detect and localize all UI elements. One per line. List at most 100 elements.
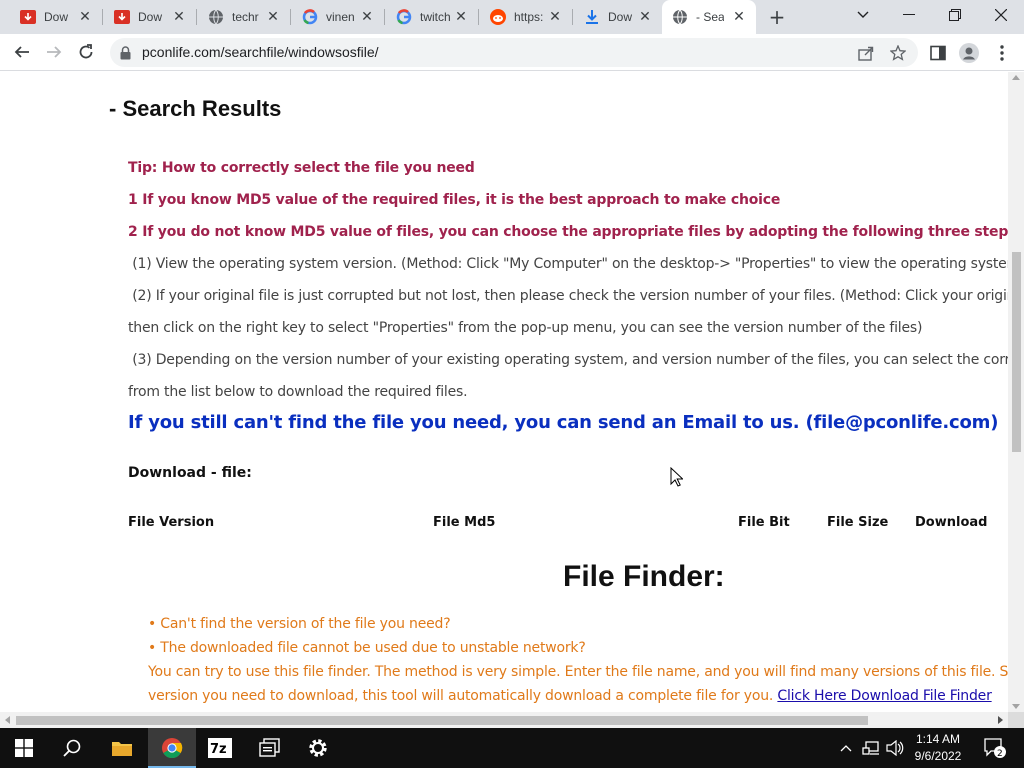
file-explorer-button[interactable] <box>98 728 146 768</box>
scroll-down-arrow-icon[interactable] <box>1012 704 1020 709</box>
tab-7-close-icon[interactable]: ✕ <box>638 10 652 24</box>
horizontal-scroll-thumb[interactable] <box>16 716 868 725</box>
tab-8-close-icon[interactable]: ✕ <box>732 10 746 24</box>
reload-icon <box>79 44 93 59</box>
tab-7[interactable]: Dow ✕ <box>574 0 662 34</box>
forward-button[interactable] <box>40 38 68 66</box>
restore-button[interactable] <box>932 0 978 30</box>
scroll-right-arrow-icon[interactable] <box>998 716 1003 724</box>
minimize-button[interactable] <box>886 0 932 30</box>
tab-search-button[interactable] <box>840 0 886 30</box>
action-center-button[interactable]: 2 <box>980 728 1010 768</box>
header-download: Download <box>915 515 988 530</box>
gear-icon <box>309 739 327 757</box>
show-hidden-icons-button[interactable] <box>836 728 856 768</box>
file-finder-bullet-2: • The downloaded file cannot be used due… <box>148 640 586 656</box>
search-icon <box>63 739 81 757</box>
forward-arrow-icon <box>47 46 62 58</box>
tab-8-active[interactable]: - Sea ✕ <box>662 0 756 34</box>
folder-icon <box>112 742 132 756</box>
7zip-icon: 7z <box>208 738 232 758</box>
header-file-size: File Size <box>827 515 889 530</box>
menu-kebab-icon[interactable] <box>990 41 1014 65</box>
windows-logo-icon <box>15 739 33 757</box>
tab-4[interactable]: vinen ✕ <box>292 0 384 34</box>
share-icon[interactable] <box>856 43 876 63</box>
windows-taskbar: 7z 1:14 AM 9/6/2022 2 <box>0 728 1024 768</box>
tab-1-title: Dow <box>44 10 69 24</box>
download-red-icon <box>20 9 36 25</box>
download-red-icon <box>114 9 130 25</box>
lock-icon[interactable] <box>120 45 131 64</box>
notification-icon: 2 <box>984 738 1006 759</box>
tab-4-title: vinen <box>326 10 355 24</box>
mouse-cursor-icon <box>670 466 684 491</box>
back-button[interactable] <box>8 38 36 66</box>
tip-step-3: (3) Depending on the version number of y… <box>128 352 1008 368</box>
globe-icon <box>208 9 224 25</box>
scroll-left-arrow-icon[interactable] <box>5 716 10 724</box>
tab-3[interactable]: techr ✕ <box>198 0 290 34</box>
tab-3-close-icon[interactable]: ✕ <box>266 10 280 24</box>
tab-5[interactable]: twitch ✕ <box>386 0 478 34</box>
page-content: - Search Results Tip: How to correctly s… <box>0 72 1008 712</box>
tip-line-1: 1 If you know MD5 value of the required … <box>128 192 781 208</box>
tab-strip: Dow ✕ Dow ✕ techr ✕ vinen ✕ twitch ✕ htt… <box>0 0 1024 34</box>
bookmark-star-icon[interactable] <box>888 43 908 63</box>
horizontal-scrollbar[interactable] <box>0 712 1008 728</box>
system-clock[interactable]: 1:14 AM 9/6/2022 <box>906 731 970 765</box>
tab-6-close-icon[interactable]: ✕ <box>548 10 562 24</box>
windows-stack-icon <box>259 738 280 757</box>
taskbar-search-button[interactable] <box>48 728 96 768</box>
tab-1[interactable]: Dow ✕ <box>10 0 102 34</box>
tab-6[interactable]: https: ✕ <box>480 0 572 34</box>
tab-5-title: twitch <box>420 10 451 24</box>
file-finder-paragraph-2: version you need to download, this tool … <box>148 688 992 704</box>
scroll-up-arrow-icon[interactable] <box>1012 75 1020 80</box>
header-file-bit: File Bit <box>738 515 790 530</box>
download-file-finder-link[interactable]: Click Here Download File Finder <box>777 688 991 704</box>
chrome-taskbar-button[interactable] <box>148 728 196 768</box>
volume-tray-icon[interactable] <box>884 728 906 768</box>
close-window-button[interactable] <box>978 0 1024 30</box>
google-icon <box>396 9 412 25</box>
vertical-scroll-thumb[interactable] <box>1012 252 1021 452</box>
reload-button[interactable] <box>72 38 100 66</box>
settings-taskbar-button[interactable] <box>294 728 342 768</box>
side-panel-icon[interactable] <box>926 41 950 65</box>
start-button[interactable] <box>0 728 48 768</box>
vertical-scrollbar[interactable] <box>1008 72 1024 712</box>
tab-1-close-icon[interactable]: ✕ <box>78 10 92 24</box>
tab-4-close-icon[interactable]: ✕ <box>360 10 374 24</box>
browser-toolbar: pconlife.com/searchfile/windowsosfile/ <box>0 34 1024 71</box>
profile-avatar[interactable] <box>957 41 981 65</box>
svg-text:7z: 7z <box>210 742 227 757</box>
chevron-up-icon <box>840 745 852 752</box>
scrollbar-corner <box>1008 712 1024 728</box>
clock-time: 1:14 AM <box>915 732 961 746</box>
tip-step-1: (1) View the operating system version. (… <box>128 256 1008 272</box>
google-icon <box>302 9 318 25</box>
tab-5-close-icon[interactable]: ✕ <box>454 10 468 24</box>
new-tab-button[interactable]: + <box>767 7 787 27</box>
address-bar[interactable]: pconlife.com/searchfile/windowsosfile/ <box>110 38 918 67</box>
task-view-button[interactable] <box>246 728 294 768</box>
chrome-icon <box>162 738 183 759</box>
email-contact-line: If you still can't find the file you nee… <box>128 412 999 433</box>
tab-3-title: techr <box>232 10 259 24</box>
speaker-icon <box>886 740 904 756</box>
notification-count: 2 <box>997 749 1003 759</box>
clock-date: 9/6/2022 <box>914 749 962 763</box>
7zip-taskbar-button[interactable]: 7z <box>196 728 244 768</box>
file-finder-bullet-1: • Can't find the version of the file you… <box>148 616 451 632</box>
file-finder-title: File Finder: <box>563 560 725 593</box>
tip-step-2-cont: then click on the right key to select "P… <box>128 320 923 336</box>
file-finder-paragraph-2-text: version you need to download, this tool … <box>148 688 774 704</box>
tab-2[interactable]: Dow ✕ <box>104 0 196 34</box>
tab-8-title: - Sea <box>696 10 724 24</box>
network-tray-icon[interactable] <box>860 728 882 768</box>
tab-2-close-icon[interactable]: ✕ <box>172 10 186 24</box>
download-arrow-icon <box>584 9 600 25</box>
tab-7-title: Dow <box>608 10 633 24</box>
globe-icon <box>672 9 688 25</box>
